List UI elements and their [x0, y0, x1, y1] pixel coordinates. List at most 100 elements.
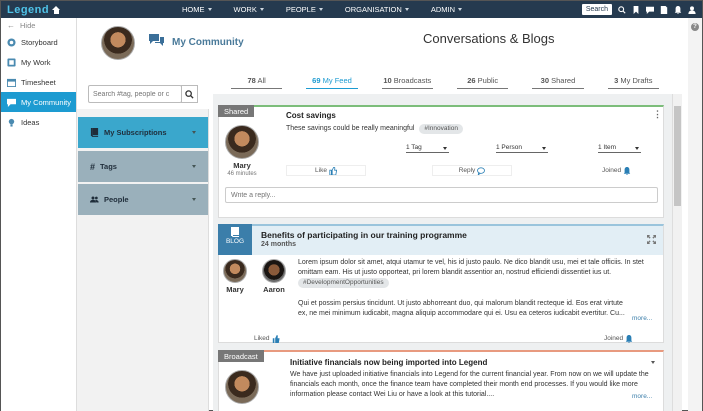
broadcast-more-link[interactable]: more...	[632, 393, 652, 400]
left-sidebar: ← Hide Storyboard My Work Timesheet My C…	[1, 18, 77, 411]
nav-work[interactable]: WORK	[223, 1, 275, 18]
user-avatar[interactable]	[101, 26, 135, 60]
post-badge: Shared	[218, 105, 255, 117]
feed-list: Shared ⋮ Cost savings These savings coul…	[213, 94, 672, 411]
bell-icon	[623, 166, 631, 175]
chevron-down-icon	[318, 8, 323, 11]
chevron-down-icon	[192, 131, 196, 134]
bell-icon[interactable]	[674, 5, 682, 14]
chevron-down-icon	[192, 165, 196, 168]
joined-button[interactable]: Joined	[599, 165, 634, 176]
chevron-down-icon	[635, 147, 639, 150]
item-dropdown[interactable]: 1 Item	[598, 144, 641, 153]
chevron-down-icon[interactable]	[651, 361, 655, 364]
reply-button[interactable]: Reply	[432, 165, 512, 176]
post-title[interactable]: Cost savings	[286, 111, 336, 120]
panel-people[interactable]: People	[78, 184, 208, 215]
post-card-shared: Shared ⋮ Cost savings These savings coul…	[218, 105, 664, 218]
bookmark-icon[interactable]	[632, 5, 640, 14]
post-text: These savings could be really meaningful…	[286, 124, 463, 134]
search-button[interactable]: Search	[581, 4, 612, 15]
nav-admin[interactable]: ADMIN	[420, 1, 473, 18]
liked-button[interactable]: Liked	[251, 333, 283, 344]
feed-search-input[interactable]	[88, 85, 182, 103]
search-icon[interactable]	[618, 5, 626, 14]
logo[interactable]: Legend	[1, 4, 121, 16]
top-right-tools: Search	[581, 1, 702, 18]
post-title[interactable]: Benefits of participating in our trainin…	[261, 230, 467, 240]
person-dropdown[interactable]: 1 Person	[496, 144, 548, 153]
blog-badge: BLOG	[218, 224, 252, 255]
sidebar-item-my-community[interactable]: My Community	[1, 92, 76, 112]
person-name-mary[interactable]: Mary	[221, 285, 249, 294]
nav-organisation[interactable]: ORGANISATION	[334, 1, 420, 18]
tab-my-feed[interactable]: 69 My Feed	[294, 75, 369, 91]
right-gutter	[688, 18, 702, 411]
tab-my-drafts[interactable]: 3 My Drafts	[596, 75, 671, 91]
author-avatar[interactable]	[225, 370, 259, 404]
joined-button[interactable]: Joined	[601, 333, 636, 344]
home-icon[interactable]	[52, 5, 61, 14]
author-name[interactable]: Mary	[225, 161, 259, 170]
calendar-icon	[7, 78, 16, 87]
tab-all[interactable]: 78 All	[219, 75, 294, 91]
chevron-down-icon	[404, 8, 409, 11]
tab-shared[interactable]: 30 Shared	[520, 75, 595, 91]
bell-icon	[625, 334, 633, 343]
author-avatar[interactable]	[225, 125, 259, 159]
section-title: My Community	[172, 37, 244, 48]
chat-icon[interactable]	[646, 6, 654, 14]
chevron-down-icon	[192, 198, 196, 201]
person-avatar-aaron[interactable]	[262, 259, 286, 283]
chevron-down-icon	[259, 8, 264, 11]
book-icon	[90, 128, 99, 137]
post-card-broadcast: Broadcast Initiative financials now bein…	[218, 350, 664, 411]
storyboard-icon	[7, 37, 16, 47]
post-tag[interactable]: #Innovation	[419, 124, 463, 134]
person-name-aaron[interactable]: Aaron	[259, 285, 289, 294]
nav-home[interactable]: HOME	[171, 1, 223, 18]
comment-icon	[477, 166, 486, 175]
more-options-icon[interactable]: ⋮	[653, 109, 662, 120]
sidebar-item-timesheet[interactable]: Timesheet	[1, 72, 76, 92]
sidebar-item-storyboard[interactable]: Storyboard	[1, 32, 76, 52]
sidebar-item-my-work[interactable]: My Work	[1, 52, 76, 72]
hash-icon: #	[90, 161, 96, 172]
scrollbar-thumb[interactable]	[674, 106, 681, 206]
user-icon[interactable]	[688, 5, 696, 14]
sidebar-hide[interactable]: ← Hide	[1, 18, 76, 32]
post-badge: Broadcast	[218, 350, 264, 362]
post-tag[interactable]: #DevelopmentOpportunities	[298, 278, 389, 288]
blog-paragraph-1: Lorem ipsum dolor sit amet, atqui utamur…	[298, 259, 644, 288]
lightbulb-icon	[8, 118, 15, 127]
tab-broadcasts[interactable]: 10 Broadcasts	[370, 75, 445, 91]
tag-dropdown[interactable]: 1 Tag	[406, 144, 449, 153]
main-nav: HOME WORK PEOPLE ORGANISATION ADMIN	[171, 1, 473, 18]
expand-icon[interactable]	[647, 235, 656, 244]
reply-input[interactable]	[225, 187, 658, 203]
post-title[interactable]: Initiative financials now being imported…	[290, 358, 487, 367]
blog-more-link[interactable]: more...	[632, 315, 652, 322]
help-icon[interactable]: ?	[691, 23, 699, 31]
blog-paragraph-2: Qui et possim persius tincidunt. Ut just…	[298, 300, 625, 317]
chevron-down-icon	[207, 8, 212, 11]
page-title: Conversations & Blogs	[423, 31, 555, 46]
chat-icon	[7, 98, 16, 107]
sidebar-item-ideas[interactable]: Ideas	[1, 112, 76, 132]
panel-tags[interactable]: # Tags	[78, 151, 208, 182]
search-submit-button[interactable]	[181, 85, 198, 103]
thumbs-up-icon	[272, 334, 280, 343]
arrow-left-icon: ←	[7, 20, 15, 30]
document-icon[interactable]	[660, 5, 668, 14]
nav-people[interactable]: PEOPLE	[275, 1, 334, 18]
feed-scrollbar[interactable]	[672, 94, 682, 411]
mywork-icon	[7, 57, 16, 67]
top-navigation-bar: Legend HOME WORK PEOPLE ORGANISATION ADM…	[1, 1, 702, 18]
community-chat-icon	[149, 34, 164, 46]
like-button[interactable]: Like	[286, 165, 366, 176]
person-avatar-mary[interactable]	[223, 259, 247, 283]
thumbs-up-icon	[329, 166, 337, 175]
post-card-blog: BLOG Benefits of participating in our tr…	[218, 224, 664, 343]
tab-public[interactable]: 26 Public	[445, 75, 520, 91]
panel-my-subscriptions[interactable]: My Subscriptions	[78, 117, 208, 148]
